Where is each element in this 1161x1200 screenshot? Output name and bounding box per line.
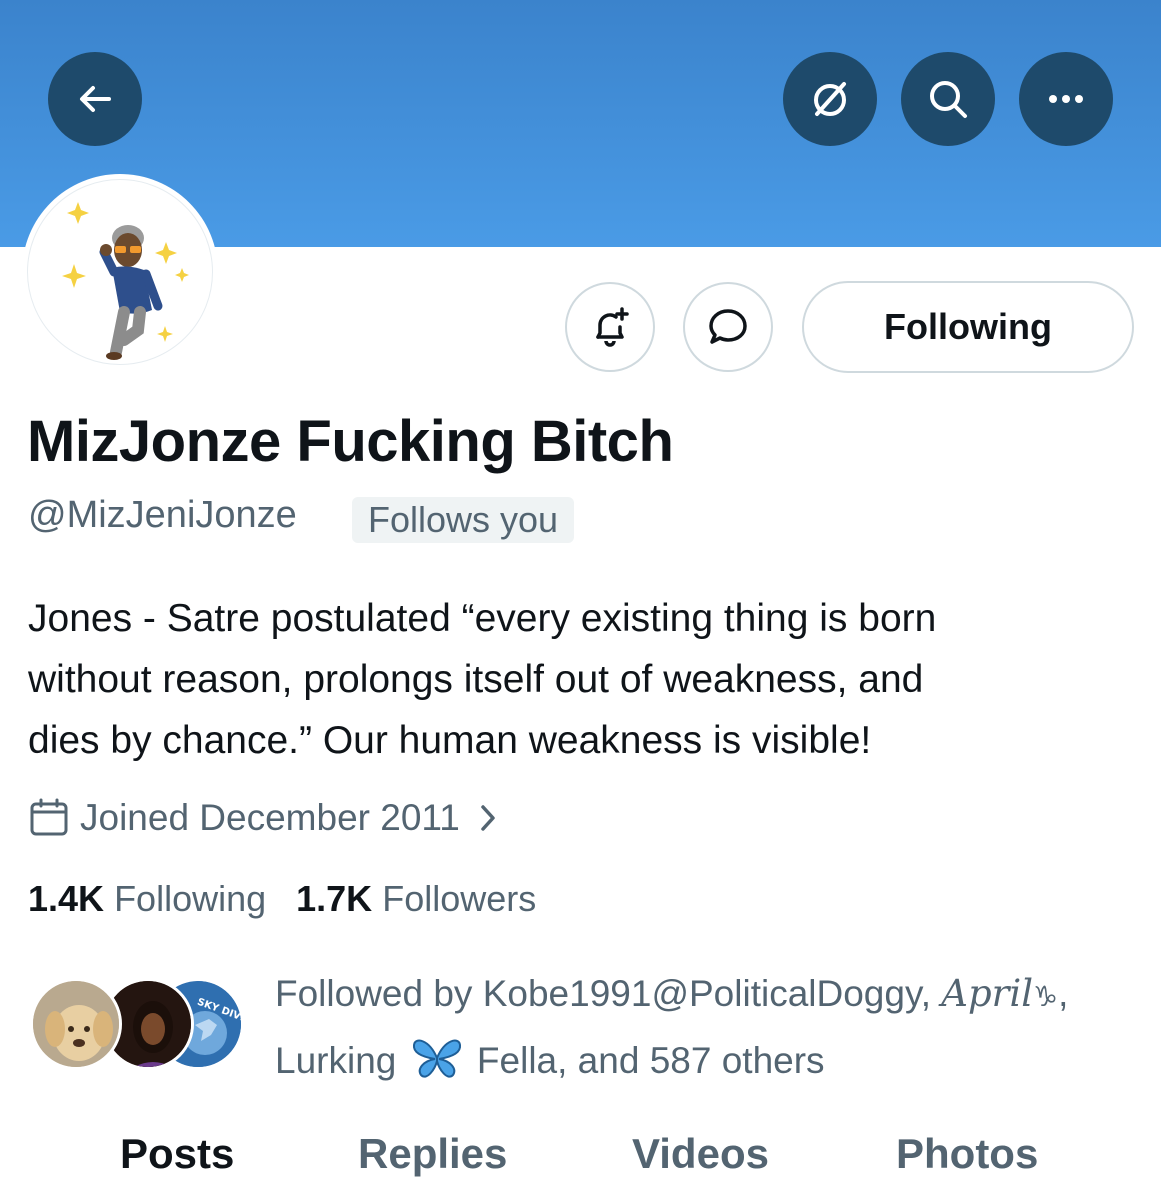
- followed-by-names: Kobe1991@PoliticalDoggy,: [482, 973, 942, 1014]
- bitmoji-avatar-image: [62, 202, 189, 360]
- bio-line: Jones - Satre postulated “every existing…: [28, 597, 937, 640]
- mutual-follower-avatar[interactable]: [30, 978, 122, 1070]
- dog-photo-image: [33, 981, 119, 1067]
- tab-photos[interactable]: Photos: [896, 1130, 1038, 1178]
- search-icon: [930, 81, 967, 118]
- profile-avatar[interactable]: [27, 179, 213, 365]
- followers-count-label: Followers: [382, 878, 537, 919]
- following-button[interactable]: Following: [802, 281, 1134, 373]
- joined-date-text: Joined December 2011: [80, 797, 460, 838]
- followed-by-prefix: Followed by: [275, 973, 483, 1014]
- grok-button[interactable]: [783, 52, 877, 146]
- followers-count-link[interactable]: 1.7K Followers: [296, 878, 536, 920]
- following-count-label: Following: [114, 878, 267, 919]
- arrow-left-icon: [80, 86, 111, 112]
- more-button[interactable]: [1019, 52, 1113, 146]
- tab-replies[interactable]: Replies: [358, 1130, 507, 1178]
- follower-name-lurking: Lurking: [275, 1040, 397, 1081]
- following-count-link[interactable]: 1.4K Following: [28, 878, 266, 920]
- tab-videos[interactable]: Videos: [632, 1130, 769, 1178]
- back-button[interactable]: [48, 52, 142, 146]
- message-bubble-icon: [709, 309, 747, 344]
- follower-name-fella: Fella: [476, 1040, 558, 1081]
- joined-date-row[interactable]: Joined December 2011: [28, 794, 502, 842]
- bio-line: without reason, prolongs itself out of w…: [28, 658, 924, 701]
- follows-you-badge: Follows you: [352, 497, 575, 543]
- butterfly-icon: [412, 1039, 461, 1078]
- profile-bio: Jones - Satre postulated “every existing…: [28, 588, 1128, 771]
- capricorn-symbol: ♑︎: [1033, 981, 1059, 1012]
- notifications-button[interactable]: [565, 282, 655, 372]
- followers-count: 1.7K: [296, 878, 373, 919]
- calendar-icon: [30, 798, 68, 836]
- follower-name-april: 𝐴𝑝𝑟𝑖𝑙: [941, 972, 1034, 1015]
- following-count: 1.4K: [28, 878, 105, 919]
- slashed-circle-icon: [814, 82, 846, 116]
- profile-tabs: Posts Replies Videos Photos: [0, 1130, 1161, 1200]
- more-horizontal-icon: [1049, 95, 1083, 103]
- tab-posts[interactable]: Posts: [120, 1130, 234, 1178]
- profile-display-name: MizJonze Fucking Bitch: [27, 409, 674, 474]
- search-button[interactable]: [901, 52, 995, 146]
- chevron-right-icon: [481, 805, 495, 831]
- followed-by-suffix: , and 587 others: [557, 1040, 825, 1081]
- followed-by-text[interactable]: Followed by Kobe1991@PoliticalDoggy, 𝐴𝑝𝑟…: [275, 962, 1145, 1093]
- profile-avatar-frame: [22, 174, 218, 370]
- comma: ,: [1058, 973, 1069, 1014]
- message-button[interactable]: [683, 282, 773, 372]
- profile-handle: @MizJeniJonze: [28, 494, 297, 536]
- follow-stats: 1.4K Following 1.7K Followers: [28, 878, 536, 920]
- bio-line: dies by chance.” Our human weakness is v…: [28, 719, 872, 762]
- bell-plus-icon: [596, 307, 629, 347]
